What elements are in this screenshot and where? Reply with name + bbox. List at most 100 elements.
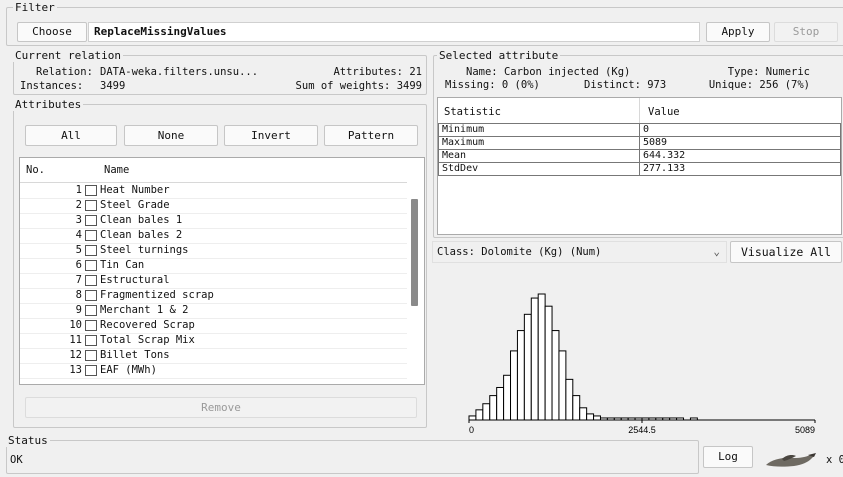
attribute-row[interactable]: 12 Billet Tons	[20, 348, 407, 364]
none-button[interactable]: None	[124, 125, 218, 146]
invert-button[interactable]: Invert	[224, 125, 318, 146]
stop-button[interactable]: Stop	[774, 22, 838, 42]
sel-type-label: Type:	[727, 66, 760, 78]
histogram-bar	[537, 293, 546, 421]
attribute-row[interactable]: 1 Heat Number	[20, 183, 407, 199]
header-no: No.	[26, 164, 45, 176]
all-button[interactable]: All	[25, 125, 117, 146]
x-tick-label: 0	[469, 425, 474, 434]
attribute-checkbox[interactable]	[85, 320, 97, 331]
attribute-row[interactable]: 9 Merchant 1 & 2	[20, 303, 407, 319]
attribute-checkbox[interactable]	[85, 245, 97, 256]
attribute-checkbox[interactable]	[85, 215, 97, 226]
attribute-row[interactable]: 3 Clean bales 1	[20, 213, 407, 229]
attributes-count: Attributes: 21	[310, 66, 422, 78]
attribute-checkbox[interactable]	[85, 230, 97, 241]
attribute-checkbox[interactable]	[85, 260, 97, 271]
pattern-button[interactable]: Pattern	[324, 125, 418, 146]
attribute-checkbox[interactable]	[85, 350, 97, 361]
histogram-bar	[558, 350, 567, 421]
attribute-row[interactable]: 6 Tin Can	[20, 258, 407, 274]
attribute-name: Clean bales 1	[100, 214, 183, 226]
instances-value: 3499	[100, 80, 126, 92]
stat-value: 0	[639, 123, 841, 137]
stats-header-divider	[639, 98, 640, 123]
histogram-bar	[523, 313, 532, 421]
attribute-row[interactable]: 4 Clean bales 2	[20, 228, 407, 244]
histogram-bar	[586, 413, 595, 421]
attribute-checkbox[interactable]	[85, 335, 97, 346]
attribute-no: 7	[75, 274, 82, 286]
attribute-no: 2	[75, 199, 82, 211]
attributes-table: No. Name 1 Heat Number 2 Steel Grade 3 Clean …	[19, 157, 425, 385]
instances-label: Instances:	[20, 80, 84, 92]
attribute-row[interactable]: 8 Fragmentized scrap	[20, 288, 407, 304]
histogram-bar	[475, 409, 484, 421]
attribute-row[interactable]: 10 Recovered Scrap	[20, 318, 407, 334]
remove-button[interactable]: Remove	[25, 397, 417, 418]
stat-name: Minimum	[438, 123, 640, 137]
weka-bird-icon	[762, 449, 820, 471]
attribute-row[interactable]: 7 Estructural	[20, 273, 407, 289]
attribute-name: Clean bales 2	[100, 229, 183, 241]
x-tick-label: 2544.5	[628, 425, 656, 434]
attribute-checkbox[interactable]	[85, 200, 97, 211]
histogram-area: 0 2544.5 5089	[432, 266, 843, 434]
statistics-table: Statistic Value Minimum 0 Maximum 5089 Mean 6…	[437, 97, 842, 235]
sel-name-row: Name: Carbon injected (Kg)	[466, 66, 630, 78]
attribute-name: Recovered Scrap	[100, 319, 195, 331]
selected-attribute-legend: Selected attribute	[437, 49, 561, 62]
attribute-row[interactable]: 5 Steel turnings	[20, 243, 407, 259]
log-button[interactable]: Log	[703, 446, 753, 468]
attribute-no: 6	[75, 259, 82, 271]
stat-value: 5089	[639, 136, 841, 150]
attribute-checkbox[interactable]	[85, 290, 97, 301]
attribute-row[interactable]: 11 Total Scrap Mix	[20, 333, 407, 349]
weights-row: Sum of weights: 3499	[250, 80, 422, 92]
attributes-scroll-thumb[interactable]	[411, 199, 418, 306]
stat-name: Mean	[438, 149, 640, 163]
histogram-bar	[489, 395, 498, 421]
status-panel: Status	[6, 434, 699, 474]
attribute-name: Merchant 1 & 2	[100, 304, 189, 316]
stat-row: StdDev 277.133	[438, 162, 841, 176]
attribute-checkbox[interactable]	[85, 365, 97, 376]
attributes-table-header: No. Name	[20, 158, 407, 183]
sel-missing-row: Missing: 0 (0%)	[445, 79, 540, 91]
sel-name-value: Carbon injected (Kg)	[503, 66, 631, 78]
attribute-checkbox[interactable]	[85, 185, 97, 196]
visualize-all-button[interactable]: Visualize All	[730, 241, 842, 263]
sel-type-value: Numeric	[765, 66, 810, 78]
attribute-name: Heat Number	[100, 184, 170, 196]
attribute-row[interactable]: 2 Steel Grade	[20, 198, 407, 214]
class-selector-label: Class: Dolomite (Kg) (Num)	[437, 246, 602, 258]
attribute-checkbox[interactable]	[85, 275, 97, 286]
histogram-bar	[593, 415, 601, 421]
histogram-bar	[544, 305, 553, 421]
attributes-count-label: Attributes:	[333, 66, 404, 78]
attribute-checkbox[interactable]	[85, 305, 97, 316]
attributes-scrollbar[interactable]	[408, 182, 424, 384]
attributes-rows: 1 Heat Number 2 Steel Grade 3 Clean bales 1 4 C…	[20, 183, 407, 384]
status-legend: Status	[6, 434, 50, 447]
sel-missing-value: 0 (0%)	[501, 79, 540, 91]
status-text: OK	[10, 454, 23, 466]
attribute-no: 12	[69, 349, 82, 361]
choose-button[interactable]: Choose	[17, 22, 87, 42]
stat-row: Maximum 5089	[438, 136, 841, 150]
relation-label: Relation:	[36, 66, 93, 78]
apply-button[interactable]: Apply	[706, 22, 770, 42]
stats-grid: Minimum 0 Maximum 5089 Mean 644.332 StdDev 277.…	[438, 123, 841, 176]
stat-value: 644.332	[639, 149, 841, 163]
attribute-no: 1	[75, 184, 82, 196]
class-selector[interactable]: Class: Dolomite (Kg) (Num) ⌄	[432, 241, 727, 263]
filter-legend: Filter	[13, 1, 57, 14]
filter-name-text: ReplaceMissingValues	[94, 25, 227, 38]
histogram-bar	[496, 386, 505, 421]
attribute-row[interactable]: 13 EAF (MWh)	[20, 363, 407, 379]
stat-name: StdDev	[438, 162, 640, 176]
attribute-name: Billet Tons	[100, 349, 170, 361]
filter-name-field[interactable]: ReplaceMissingValues	[88, 22, 700, 42]
attribute-name: Total Scrap Mix	[100, 334, 195, 346]
attribute-name: Fragmentized scrap	[100, 289, 214, 301]
